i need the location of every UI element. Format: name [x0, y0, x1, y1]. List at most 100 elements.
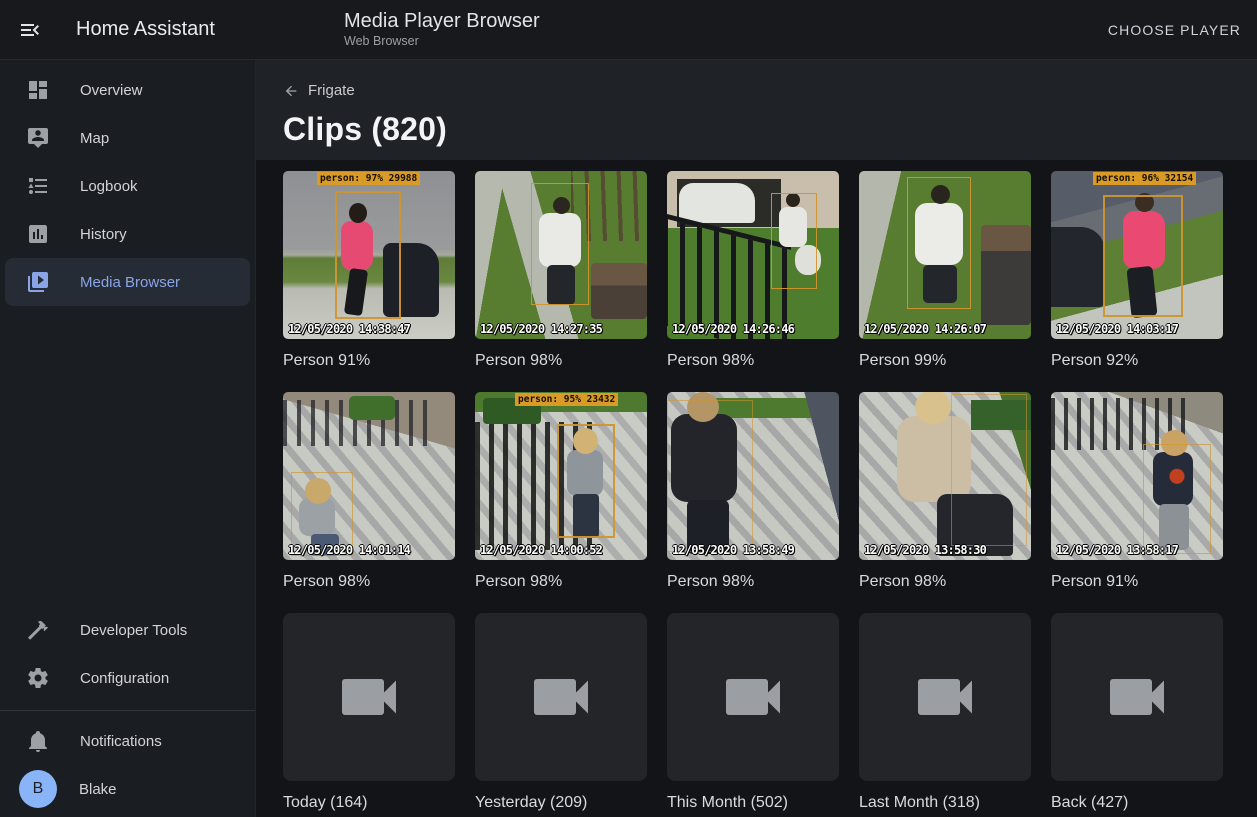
clip-thumbnail[interactable]: 12/05/2020 14:26:46	[667, 171, 839, 339]
clip-caption: Person 92%	[1051, 351, 1223, 371]
sidebar-item-user-profile[interactable]: B Blake	[5, 765, 250, 813]
sidebar-item-notifications[interactable]: Notifications	[5, 717, 250, 765]
sidebar-item-media-browser[interactable]: Media Browser	[5, 258, 250, 306]
page-title-block: Media Player Browser Web Browser	[344, 9, 540, 50]
timestamp-overlay: 12/05/2020 14:00:52	[480, 543, 602, 557]
timestamp-overlay: 12/05/2020 13:58:49	[672, 543, 794, 557]
folder-item: Back (427)	[1051, 613, 1223, 817]
video-icon	[909, 661, 981, 733]
sidebar-bottom-section: Notifications B Blake	[0, 710, 255, 817]
detection-bounding-box	[771, 193, 817, 289]
sidebar-spacer	[0, 306, 255, 606]
user-avatar: B	[19, 770, 57, 808]
sidebar-toggle-button[interactable]	[10, 10, 50, 50]
sidebar-item-label: Overview	[80, 82, 143, 99]
menu-open-icon	[18, 18, 42, 42]
clip-thumbnail[interactable]: person: 95% 23432 12/05/2020 14:00:52	[475, 392, 647, 560]
arrow-left-icon	[283, 83, 299, 99]
hammer-icon	[26, 618, 50, 642]
scene-shape	[1051, 227, 1105, 307]
video-icon	[333, 661, 405, 733]
folder-tile[interactable]	[667, 613, 839, 781]
folder-caption: Today (164)	[283, 793, 455, 813]
user-name-label: Blake	[79, 781, 117, 798]
clip-caption: Person 98%	[283, 572, 455, 592]
timestamp-overlay: 12/05/2020 13:58:17	[1056, 543, 1178, 557]
timestamp-overlay: 12/05/2020 14:27:35	[480, 322, 602, 336]
detection-bounding-box	[531, 183, 589, 305]
clip-thumbnail[interactable]: 12/05/2020 14:01:14	[283, 392, 455, 560]
detection-bounding-box	[667, 400, 753, 552]
clip-thumbnail[interactable]: 12/05/2020 13:58:17	[1051, 392, 1223, 560]
sidebar: Overview Map Logbook History	[0, 60, 256, 817]
app-title: Home Assistant	[76, 18, 215, 41]
folders-grid: Today (164) Yesterday (209) This	[283, 613, 1257, 817]
clip-thumbnail[interactable]: 12/05/2020 13:58:30	[859, 392, 1031, 560]
clip-caption: Person 99%	[859, 351, 1031, 371]
sidebar-item-label: Developer Tools	[80, 622, 187, 639]
folder-item: Today (164)	[283, 613, 455, 817]
detection-label: person: 95% 23432	[515, 393, 618, 406]
sidebar-item-map[interactable]: Map	[5, 114, 250, 162]
clip-thumbnail[interactable]: 12/05/2020 14:27:35	[475, 171, 647, 339]
cog-icon	[26, 666, 50, 690]
breadcrumb-label: Frigate	[308, 82, 355, 99]
scene-shape	[679, 183, 755, 223]
clip-caption: Person 98%	[475, 572, 647, 592]
chart-box-icon	[26, 222, 50, 246]
folder-tile[interactable]	[283, 613, 455, 781]
page-title: Media Player Browser	[344, 9, 540, 33]
sidebar-nav-list: Overview Map Logbook History	[0, 66, 255, 306]
sidebar-item-label: History	[80, 226, 127, 243]
sidebar-item-overview[interactable]: Overview	[5, 66, 250, 114]
tooltip-account-icon	[26, 126, 50, 150]
sidebar-item-label: Map	[80, 130, 109, 147]
folder-tile[interactable]	[475, 613, 647, 781]
notifications-label: Notifications	[80, 733, 162, 750]
sidebar-item-history[interactable]: History	[5, 210, 250, 258]
video-icon	[525, 661, 597, 733]
sidebar-item-label: Logbook	[80, 178, 138, 195]
clip-thumbnail[interactable]: person: 96% 32154 12/05/2020 14:03:17	[1051, 171, 1223, 339]
media-browser-content: Frigate Clips (820) person: 97% 29988	[256, 60, 1257, 817]
clip-item: 12/05/2020 13:58:49 Person 98%	[667, 392, 839, 613]
clip-item: 12/05/2020 14:26:07 Person 99%	[859, 171, 1031, 392]
folder-caption: Back (427)	[1051, 793, 1223, 813]
folder-item: Last Month (318)	[859, 613, 1031, 817]
view-dashboard-icon	[26, 78, 50, 102]
scene-shape	[591, 263, 647, 319]
clip-thumbnail[interactable]: 12/05/2020 13:58:49	[667, 392, 839, 560]
breadcrumb-back-link[interactable]: Frigate	[283, 82, 355, 99]
sidebar-item-logbook[interactable]: Logbook	[5, 162, 250, 210]
detection-bounding-box	[951, 394, 1027, 546]
clip-item: person: 95% 23432 12/05/2020 14:00:52 Pe…	[475, 392, 647, 613]
sidebar-item-developer-tools[interactable]: Developer Tools	[5, 606, 250, 654]
detection-label: person: 97% 29988	[317, 172, 420, 185]
clip-item: 12/05/2020 14:01:14 Person 98%	[283, 392, 455, 613]
detection-bounding-box	[1103, 195, 1183, 317]
clip-caption: Person 91%	[1051, 572, 1223, 592]
clip-thumbnail[interactable]: 12/05/2020 14:26:07	[859, 171, 1031, 339]
sidebar-item-configuration[interactable]: Configuration	[5, 654, 250, 702]
detection-bounding-box	[335, 191, 401, 319]
clip-caption: Person 98%	[667, 351, 839, 371]
folder-caption: Last Month (318)	[859, 793, 1031, 813]
video-icon	[717, 661, 789, 733]
clip-item: person: 96% 32154 12/05/2020 14:03:17 Pe…	[1051, 171, 1223, 392]
clip-caption: Person 98%	[475, 351, 647, 371]
bell-icon	[26, 729, 50, 753]
clip-caption: Person 98%	[667, 572, 839, 592]
clip-item: 12/05/2020 14:26:46 Person 98%	[667, 171, 839, 392]
media-grid-area: person: 97% 29988 12/05/2020 14:38:47 Pe…	[256, 160, 1257, 817]
choose-player-button[interactable]: CHOOSE PLAYER	[1092, 12, 1257, 48]
folder-item: This Month (502)	[667, 613, 839, 817]
timestamp-overlay: 12/05/2020 13:58:30	[864, 543, 986, 557]
clip-item: 12/05/2020 13:58:17 Person 91%	[1051, 392, 1223, 613]
clip-thumbnail[interactable]: person: 97% 29988 12/05/2020 14:38:47	[283, 171, 455, 339]
folder-tile[interactable]	[859, 613, 1031, 781]
scene-shape	[349, 396, 395, 420]
clips-grid: person: 97% 29988 12/05/2020 14:38:47 Pe…	[283, 171, 1257, 613]
folder-tile[interactable]	[1051, 613, 1223, 781]
topbar-left: Home Assistant	[0, 10, 256, 50]
top-app-bar: Home Assistant Media Player Browser Web …	[0, 0, 1257, 60]
